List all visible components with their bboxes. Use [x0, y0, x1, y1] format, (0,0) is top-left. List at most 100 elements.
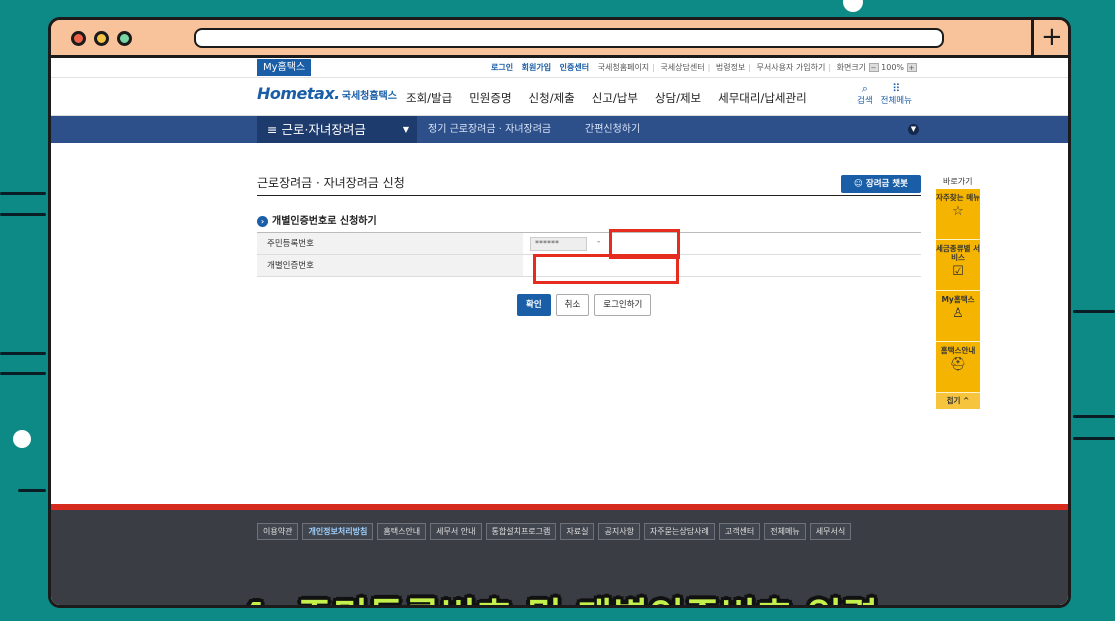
footer-link-guide[interactable]: 홈택스안내 [377, 523, 427, 540]
tutorial-caption: 4. 주민등록번호 및 개별인증번호 입력 [51, 586, 1068, 605]
chatbot-button[interactable]: ☺ 장려금 챗봇 [841, 175, 921, 193]
breadcrumb-item-simple[interactable]: 간편신청하기 [585, 116, 640, 143]
grid-icon: ⠿ [892, 82, 901, 95]
footer-link-forms[interactable]: 세무서식 [809, 523, 852, 540]
login-button[interactable]: 로그인하기 [594, 294, 652, 316]
decor-line [0, 352, 46, 355]
footer-link-library[interactable]: 자료실 [560, 523, 595, 540]
decor-dot [13, 430, 31, 448]
close-window-icon[interactable] [71, 31, 86, 46]
dropdown-arrow-icon: ▼ [402, 125, 409, 134]
rrn-front-field[interactable]: ****** [530, 237, 587, 251]
decor-dot [843, 0, 863, 12]
zoom-level: 100% [881, 63, 905, 72]
decor-line [18, 489, 46, 492]
person-icon: ♙ [952, 306, 964, 321]
section-heading: › 개별인증번호로 신청하기 [257, 212, 377, 227]
join-link[interactable]: 무서사용자 가입하기 [757, 63, 826, 72]
confirm-button[interactable]: 확인 [517, 294, 551, 316]
webpage: My홈택스 로그인 회원가입 인증센터 국세청홈페이지 | 국세상담센터 | 법령정… [51, 58, 1068, 605]
footer-link-terms[interactable]: 이용약관 [257, 523, 299, 540]
search-icon: ⌕ [861, 82, 868, 95]
auth-number-input[interactable] [533, 254, 679, 284]
quick-item-tax-service[interactable]: 세금종류별 서비스 ☑ [936, 240, 980, 291]
auth-number-label: 개별인증번호 [257, 255, 523, 276]
quick-item-guide[interactable]: 홈택스안내 ⛑ [936, 342, 980, 393]
screen-size-label: 화면크기 [836, 63, 867, 72]
minimize-window-icon[interactable] [94, 31, 109, 46]
my-hometax-tab[interactable]: My홈택스 [257, 59, 312, 76]
all-menu-label: 전체메뉴 [880, 96, 912, 106]
consult-center-link[interactable]: 국세상담센터 [660, 63, 704, 72]
footer-links: 이용약관 개인정보처리방침 홈택스안내 세무서 안내 통합설치프로그램 자료실 … [257, 523, 852, 540]
breadcrumb-item-regular[interactable]: 정기 근로장려금 · 자녀장려금 [428, 116, 551, 143]
decor-line [0, 372, 46, 375]
rrn-value: ****** - [523, 233, 921, 254]
all-menu-button[interactable]: ⠿ 전체메뉴 [881, 83, 912, 107]
quick-menu-label: 바로가기 [943, 177, 973, 186]
nav-item-agent[interactable]: 세무대리/납세관리 [718, 90, 807, 106]
footer-link-faq[interactable]: 자주묻는상담사례 [643, 523, 715, 540]
footer-link-support[interactable]: 고객센터 [718, 523, 761, 540]
browser-titlebar: + [51, 20, 1068, 58]
nav-item-application[interactable]: 신청/제출 [529, 90, 575, 106]
footer-link-install[interactable]: 통합설치프로그램 [485, 523, 557, 540]
login-link[interactable]: 로그인 [491, 63, 513, 72]
law-info-link[interactable]: 법령정보 [716, 63, 745, 72]
hometax-logo[interactable]: Hometax. 국세청홈택스 [257, 84, 397, 103]
new-tab-plus-icon[interactable]: + [1041, 23, 1063, 51]
section-heading-text: 개별인증번호로 신청하기 [272, 216, 377, 227]
page-title: 근로장려금 · 자녀장려금 신청 [257, 176, 405, 190]
site-header: Hometax. 국세청홈택스 조회/발급 민원증명 신청/제출 신고/납부 상담… [51, 78, 1068, 116]
search-button[interactable]: ⌕ 검색 [857, 83, 873, 107]
breadcrumb: ≡ 근로·자녀장려금 ▼ 정기 근로장려금 · 자녀장려금 간편신청하기 ▼ [51, 116, 1068, 143]
decor-line [1073, 415, 1115, 418]
nts-home-link[interactable]: 국세청홈페이지 [598, 63, 650, 72]
nav-item-inquiry[interactable]: 조회/발급 [406, 90, 452, 106]
zoom-in-button[interactable]: + [906, 63, 917, 72]
quick-item-label: 홈택스안내 [940, 346, 976, 355]
quick-item-favorites[interactable]: 자주찾는 메뉴 ☆ [936, 189, 980, 240]
quick-menu: 자주찾는 메뉴 ☆ 세금종류별 서비스 ☑ My홈택스 ♙ 홈택스안내 ⛑ 접기… [936, 189, 980, 409]
nav-item-report-pay[interactable]: 신고/납부 [592, 90, 638, 106]
logo-text: Hometax. [257, 84, 340, 103]
check-icon: ☑ [952, 264, 964, 279]
address-bar[interactable] [194, 28, 944, 48]
decor-line [1073, 310, 1115, 313]
bullet-arrow-icon: › [257, 216, 268, 227]
titlebar-divider [1031, 20, 1034, 58]
utility-bar: My홈택스 로그인 회원가입 인증센터 국세청홈페이지 | 국세상담센터 | 법령정… [51, 58, 1068, 78]
rrn-label: 주민등록번호 [257, 233, 523, 254]
chevron-down-icon[interactable]: ▼ [908, 124, 919, 135]
chatbot-icon: ☺ [854, 179, 863, 189]
header-icons: ⌕ 검색 ⠿ 전체메뉴 [857, 83, 912, 107]
form-row-rrn: 주민등록번호 ****** - [257, 233, 921, 255]
quick-item-my-hometax[interactable]: My홈택스 ♙ [936, 291, 980, 342]
utility-links: 로그인 회원가입 인증센터 국세청홈페이지 | 국세상담센터 | 법령정보 | 무서사… [491, 62, 917, 73]
footer-link-privacy[interactable]: 개인정보처리방침 [302, 523, 374, 540]
footer-link-tax-office[interactable]: 세무서 안내 [430, 523, 482, 540]
search-label: 검색 [857, 96, 873, 106]
footer-link-notice[interactable]: 공지사항 [598, 523, 640, 540]
rrn-dash: - [597, 237, 601, 247]
footer-link-all-menu[interactable]: 전체메뉴 [764, 523, 806, 540]
signup-link[interactable]: 회원가입 [522, 63, 551, 72]
browser-frame: + My홈택스 로그인 회원가입 인증센터 국세청홈페이지 | 국세상담센터 | 법… [48, 17, 1071, 608]
breadcrumb-main[interactable]: ≡ 근로·자녀장려금 ▼ [257, 116, 417, 143]
maximize-window-icon[interactable] [117, 31, 132, 46]
breadcrumb-main-label: ≡ 근로·자녀장려금 [267, 122, 366, 137]
title-divider [257, 195, 921, 196]
helmet-icon: ⛑ [949, 357, 967, 372]
nav-item-consult[interactable]: 상담/제보 [655, 90, 701, 106]
zoom-out-button[interactable]: − [868, 63, 879, 72]
form-buttons: 확인 취소 로그인하기 [517, 294, 652, 316]
nav-item-certificate[interactable]: 민원증명 [469, 90, 511, 106]
decor-line [0, 192, 46, 195]
cert-center-link[interactable]: 인증센터 [560, 63, 589, 72]
decor-line [0, 213, 46, 216]
star-icon: ☆ [952, 204, 964, 219]
main-nav: 조회/발급 민원증명 신청/제출 신고/납부 상담/제보 세무대리/납세관리 [406, 90, 807, 106]
quick-item-label: 자주찾는 메뉴 [936, 193, 981, 202]
quick-menu-close-button[interactable]: 접기 ^ [936, 393, 980, 409]
cancel-button[interactable]: 취소 [555, 294, 590, 316]
